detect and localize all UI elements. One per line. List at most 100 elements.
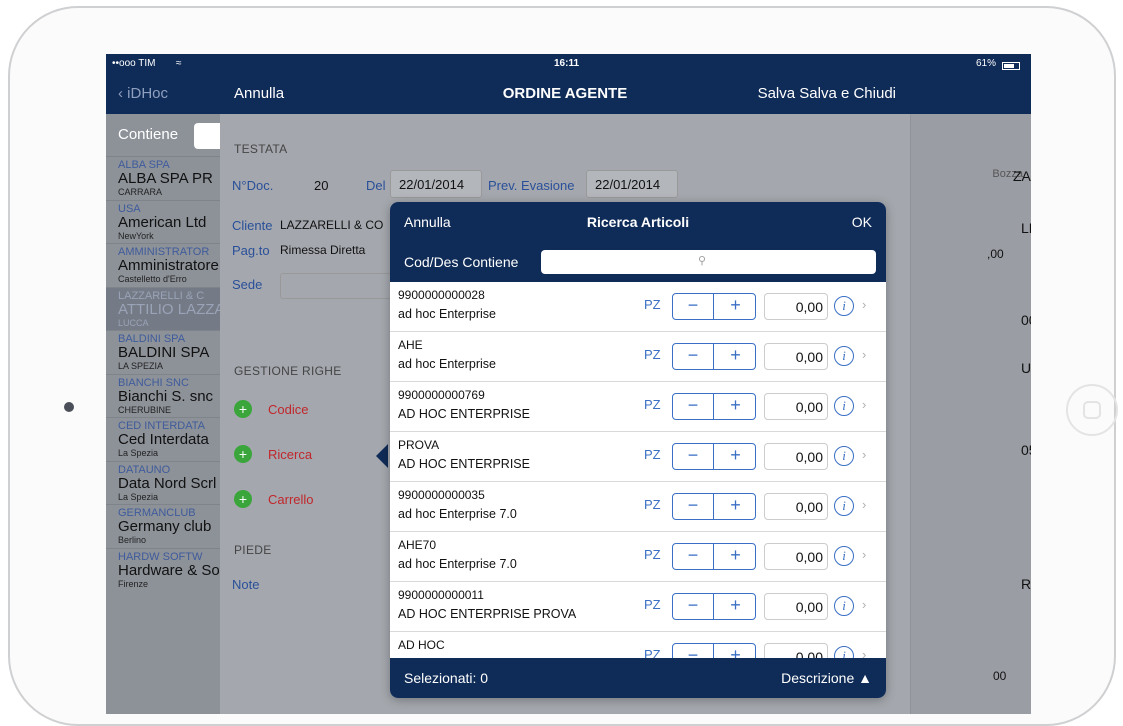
article-row[interactable]: 9900000000028 ad hoc Enterprise PZ − +0,00 i › (390, 282, 886, 332)
home-button[interactable] (1066, 384, 1118, 436)
article-search-input[interactable] (541, 250, 876, 274)
decrement-button[interactable]: − (673, 544, 714, 569)
ricerca-articoli-popover: Annulla Ricerca Articoli OK Cod/Des Cont… (390, 202, 886, 698)
detail-value: LLI & CO SPA (1021, 220, 1031, 236)
add-carrello-icon: + (234, 490, 252, 508)
article-row[interactable]: 9900000000011 AD HOC ENTERPRISE PROVA PZ − +… (390, 582, 886, 632)
customer-code: DATAUNO (118, 463, 171, 476)
article-code: AD HOC (398, 638, 445, 652)
decrement-button[interactable]: − (673, 394, 714, 419)
info-icon[interactable]: i (834, 296, 854, 316)
prev-evasione-date-field[interactable]: 22/01/2014 (586, 170, 678, 198)
increment-button[interactable]: + (715, 444, 756, 469)
quantity-field[interactable]: 0,00 (764, 293, 828, 320)
customer-list-item[interactable]: BIANCHI SNC Bianchi S. snc CHERUBINE (106, 373, 226, 418)
search-scope-button[interactable]: Cod/Des Contiene (404, 254, 518, 270)
del-date-field[interactable]: 22/01/2014 (390, 170, 482, 198)
quantity-field[interactable]: 0,00 (764, 493, 828, 520)
decrement-button[interactable]: − (673, 344, 714, 369)
customer-list-item[interactable]: CED INTERDATA Ced Interdata La Spezia (106, 417, 226, 461)
clock: 16:11 (554, 58, 580, 69)
detail-value: RO.IT (1021, 576, 1031, 592)
quantity-field[interactable]: 0,00 (764, 593, 828, 620)
quantity-field[interactable]: 0,00 (764, 443, 828, 470)
unit-label[interactable]: PZ (644, 347, 661, 362)
article-description: AD HOC ENTERPRISE (398, 457, 530, 471)
sede-field[interactable] (280, 273, 400, 299)
sede-label: Sede (232, 277, 263, 292)
info-icon[interactable]: i (834, 496, 854, 516)
carrier-label: ••ooo TIM (112, 58, 156, 69)
article-row[interactable]: 9900000000035 ad hoc Enterprise 7.0 PZ − +0,… (390, 482, 886, 532)
info-icon[interactable]: i (834, 346, 854, 366)
article-row[interactable]: AHE ad hoc Enterprise PZ − +0,00 i › (390, 332, 886, 382)
customer-city: Firenze (118, 578, 149, 589)
customer-list-item[interactable]: ALBA SPA ALBA SPA PR CARRARA (106, 156, 226, 200)
popover-ok-button[interactable]: OK (852, 214, 872, 230)
increment-button[interactable]: + (715, 594, 756, 619)
customer-list-item[interactable]: GERMANCLUB Germany club Berlino (106, 504, 226, 548)
cliente-label: Cliente (232, 218, 273, 233)
section-testata: TESTATA (234, 142, 288, 156)
popover-arrow (376, 444, 388, 468)
unit-label[interactable]: PZ (644, 547, 661, 562)
customer-name: ALBA SPA PR (118, 170, 213, 187)
increment-button[interactable]: + (715, 344, 756, 369)
cliente-value[interactable]: LAZZARELLI & CO (280, 218, 390, 232)
chevron-right-icon: › (862, 497, 867, 512)
carrello-row[interactable]: Carrello (268, 492, 314, 507)
unit-label[interactable]: PZ (644, 597, 661, 612)
article-description: ad hoc Enterprise 7.0 (398, 557, 517, 571)
customer-city: LUCCA (118, 317, 149, 328)
unit-label[interactable]: PZ (644, 447, 661, 462)
save-button[interactable]: Salva (758, 85, 796, 102)
article-code: AHE (398, 338, 423, 352)
info-icon[interactable]: i (834, 596, 854, 616)
section-gestione-righe: GESTIONE RIGHE (234, 364, 342, 378)
decrement-button[interactable]: − (673, 294, 714, 319)
article-row[interactable]: PROVA AD HOC ENTERPRISE PZ − +0,00 i › (390, 432, 886, 482)
prev-evasione-label: Prev. Evasione (488, 178, 575, 193)
popover-nav-bar: Annulla Ricerca Articoli OK (390, 202, 886, 244)
detail-value: ZARELLI & CO (1013, 168, 1031, 184)
customer-name: Amministratore R (118, 257, 226, 274)
customer-list-item[interactable]: LAZZARELLI & C ATTILIO LAZZA LUCCA (106, 286, 226, 330)
quantity-field[interactable]: 0,00 (764, 343, 828, 370)
decrement-button[interactable]: − (673, 494, 714, 519)
customer-list-item[interactable]: HARDW SOFTW Hardware & Soft Firenze (106, 547, 226, 592)
article-description: ad hoc Enterprise (398, 307, 496, 321)
article-row[interactable]: 9900000000769 AD HOC ENTERPRISE PZ − +0,00 i › (390, 382, 886, 432)
customer-list-item[interactable]: BALDINI SPA BALDINI SPA LA SPEZIA (106, 330, 226, 374)
section-piede: PIEDE (234, 543, 272, 557)
back-button[interactable]: ‹ iDHoc (118, 85, 168, 102)
customer-detail-pane: Bozza ZARELLI & CO LLI & CO SPA ,00 0054… (911, 114, 1031, 714)
increment-button[interactable]: + (715, 294, 756, 319)
decrement-button[interactable]: − (673, 594, 714, 619)
quantity-stepper: − + (672, 443, 756, 470)
save-close-button[interactable]: Salva e Chiudi (799, 85, 896, 102)
unit-label[interactable]: PZ (644, 497, 661, 512)
pagto-label: Pag.to (232, 243, 270, 258)
ricerca-row[interactable]: Ricerca (268, 447, 312, 462)
unit-label[interactable]: PZ (644, 297, 661, 312)
ndoc-value[interactable]: 20 (314, 178, 328, 193)
customer-list-item[interactable]: DATAUNO Data Nord Scrl La Spezia (106, 460, 226, 505)
unit-label[interactable]: PZ (644, 397, 661, 412)
sort-description-button[interactable]: Descrizione ▲ (781, 670, 872, 686)
pagto-value[interactable]: Rimessa Diretta (280, 243, 365, 257)
codice-row[interactable]: Codice (268, 402, 308, 417)
increment-button[interactable]: + (715, 544, 756, 569)
decrement-button[interactable]: − (673, 444, 714, 469)
quantity-field[interactable]: 0,00 (764, 543, 828, 570)
customer-list: Contiene ALBA SPA ALBA SPA PR CARRARA USA Am… (106, 114, 226, 714)
increment-button[interactable]: + (715, 494, 756, 519)
info-icon[interactable]: i (834, 546, 854, 566)
article-row[interactable]: AHE70 ad hoc Enterprise 7.0 PZ − +0,00 i › (390, 532, 886, 582)
customer-city: NewYork (118, 230, 154, 241)
quantity-field[interactable]: 0,00 (764, 393, 828, 420)
info-icon[interactable]: i (834, 446, 854, 466)
customer-list-item[interactable]: USA American Ltd NewYork (106, 199, 226, 244)
customer-list-item[interactable]: AMMINISTRATOR Amministratore R Castelletto… (106, 243, 226, 287)
increment-button[interactable]: + (715, 394, 756, 419)
info-icon[interactable]: i (834, 396, 854, 416)
